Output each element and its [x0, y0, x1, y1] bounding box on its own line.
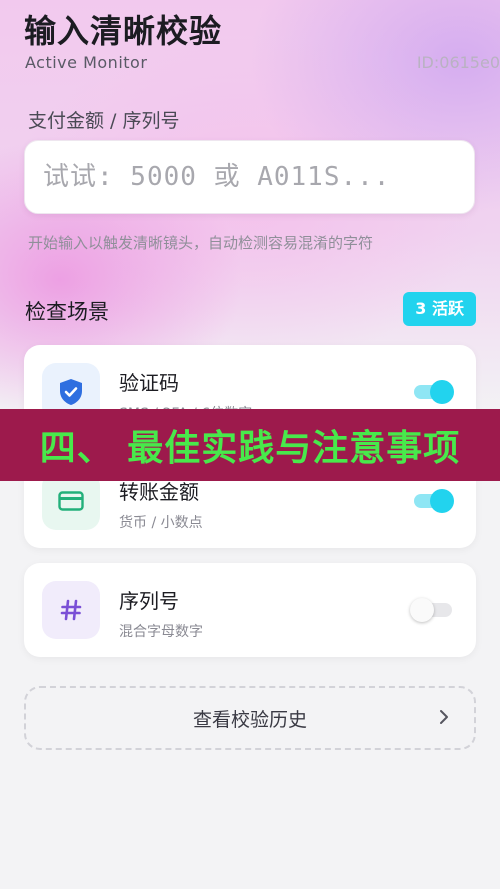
input-label: 支付金额 / 序列号 — [28, 110, 180, 132]
view-history-button[interactable]: 查看校验历史 — [24, 686, 476, 750]
chevron-right-icon — [438, 708, 450, 731]
scene-toggle[interactable] — [410, 598, 452, 622]
amount-serial-input[interactable] — [24, 140, 475, 214]
page-title: 输入清晰校验 — [24, 12, 223, 50]
scene-description: 货币 / 小数点 — [119, 515, 203, 531]
scene-description: 混合字母数字 — [119, 624, 203, 640]
device-id-label: ID:0615e0 — [416, 53, 500, 72]
scene-toggle[interactable] — [414, 489, 454, 513]
input-hint: 开始输入以触发清晰镜头，自动检测容易混淆的字符 — [28, 234, 374, 252]
page-subtitle: Active Monitor — [25, 53, 148, 72]
active-count-badge: 3 活跃 — [403, 292, 476, 326]
section-title: 检查场景 — [25, 300, 109, 324]
history-label: 查看校验历史 — [192, 708, 307, 731]
scene-toggle[interactable] — [414, 380, 454, 404]
scene-name: 验证码 — [119, 371, 179, 395]
scene-name: 序列号 — [119, 589, 179, 613]
hash-icon — [42, 581, 100, 639]
overlay-caption-banner: 四、 最佳实践与注意事项 — [0, 409, 500, 481]
scene-card-serial-number[interactable]: 序列号 混合字母数字 — [24, 563, 476, 657]
